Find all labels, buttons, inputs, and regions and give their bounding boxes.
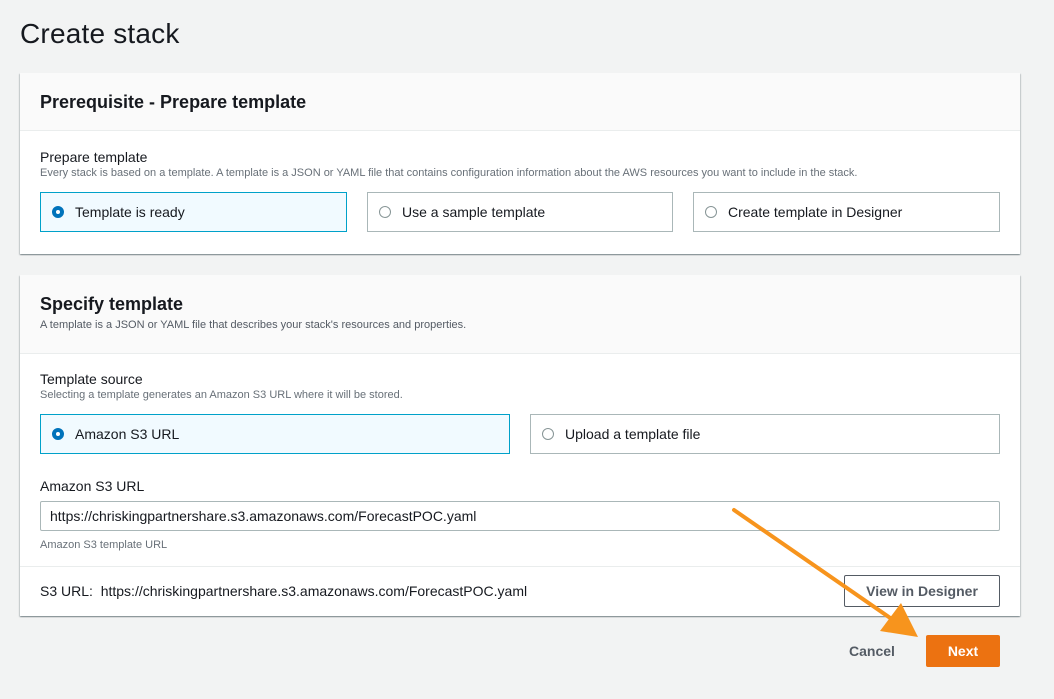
radio-unselected-icon	[542, 428, 554, 440]
view-in-designer-button[interactable]: View in Designer	[844, 575, 1000, 607]
prerequisite-panel: Prerequisite - Prepare template Prepare …	[20, 73, 1020, 254]
option-template-ready[interactable]: Template is ready	[40, 192, 347, 232]
template-source-field: Template source Selecting a template gen…	[40, 371, 403, 401]
template-source-desc: Selecting a template generates an Amazon…	[40, 389, 403, 401]
option-label: Use a sample template	[402, 204, 546, 220]
option-amazon-s3-url[interactable]: Amazon S3 URL	[40, 414, 510, 454]
option-create-in-designer[interactable]: Create template in Designer	[693, 192, 1000, 232]
template-source-label: Template source	[40, 371, 143, 387]
radio-selected-icon	[52, 206, 64, 218]
option-label: Amazon S3 URL	[75, 426, 180, 442]
cancel-button[interactable]: Cancel	[836, 635, 908, 667]
option-label: Create template in Designer	[728, 204, 903, 220]
s3-url-value: https://chriskingpartnershare.s3.amazona…	[100, 583, 528, 599]
s3-url-hint: Amazon S3 template URL	[40, 539, 168, 551]
s3-url-divider	[20, 566, 1020, 567]
specify-title: Specify template	[40, 294, 184, 314]
next-button[interactable]: Next	[926, 635, 1000, 667]
prerequisite-title: Prerequisite - Prepare template	[40, 92, 307, 112]
specify-header: Specify template A template is a JSON or…	[20, 275, 1020, 354]
specify-subtitle: A template is a JSON or YAML file that d…	[40, 319, 467, 331]
s3-url-input[interactable]	[40, 501, 1000, 531]
radio-unselected-icon	[705, 206, 717, 218]
option-label: Upload a template file	[565, 426, 701, 442]
option-label: Template is ready	[75, 204, 185, 220]
radio-unselected-icon	[379, 206, 391, 218]
option-sample-template[interactable]: Use a sample template	[367, 192, 673, 232]
page-title: Create stack	[20, 18, 180, 49]
radio-selected-icon	[52, 428, 64, 440]
prepare-template-desc: Every stack is based on a template. A te…	[40, 167, 858, 179]
prepare-template-field: Prepare template Every stack is based on…	[40, 149, 857, 179]
option-upload-template[interactable]: Upload a template file	[530, 414, 1000, 454]
s3-url-prefix: S3 URL:	[40, 583, 93, 599]
s3-url-summary: S3 URL: https://chriskingpartnershare.s3…	[40, 583, 527, 599]
prepare-template-label: Prepare template	[40, 149, 148, 165]
prerequisite-header: Prerequisite - Prepare template	[20, 73, 1020, 131]
s3-url-label: Amazon S3 URL	[40, 478, 145, 494]
specify-template-panel: Specify template A template is a JSON or…	[20, 275, 1020, 616]
